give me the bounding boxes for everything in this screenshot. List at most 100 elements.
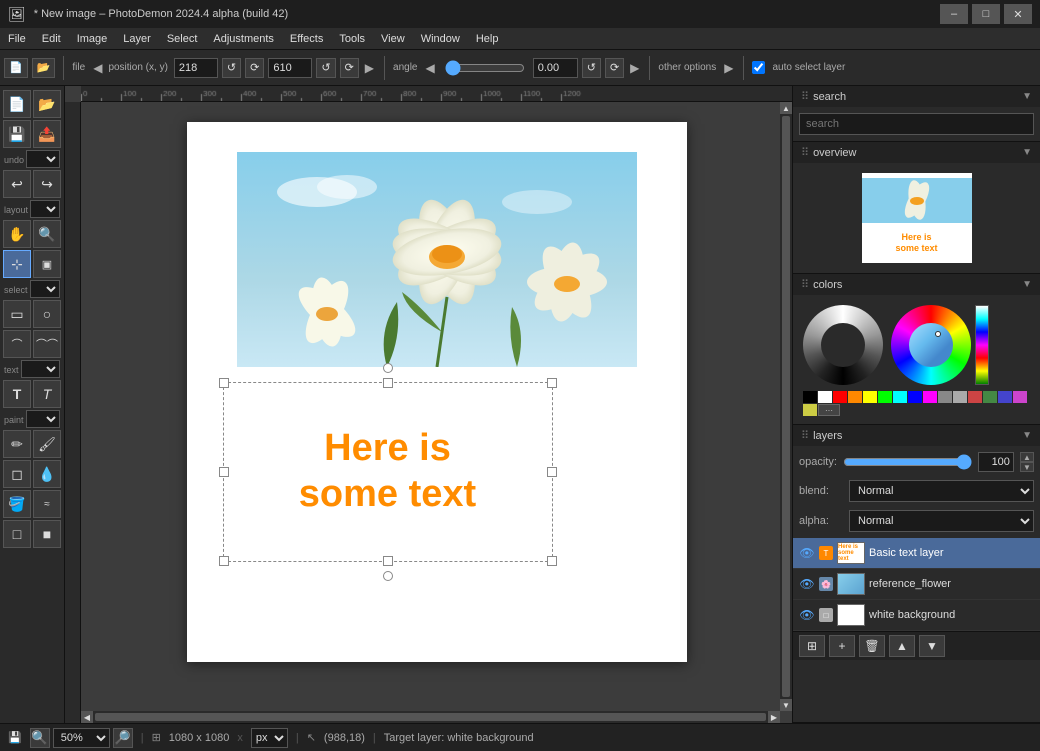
tool-new[interactable]: 📄 bbox=[3, 90, 31, 118]
undo-dropdown[interactable] bbox=[26, 150, 60, 168]
color-swatch[interactable] bbox=[848, 391, 862, 403]
color-swatch[interactable] bbox=[863, 391, 877, 403]
color-value-slider[interactable] bbox=[975, 305, 989, 385]
toolbar-next-arrow[interactable]: ▶ bbox=[363, 61, 376, 75]
layer-add-btn[interactable]: + bbox=[829, 635, 855, 657]
overview-collapse-btn[interactable]: ▼ bbox=[1022, 147, 1032, 158]
rgb-color-wheel[interactable] bbox=[891, 305, 971, 385]
more-swatches-btn[interactable]: ··· bbox=[818, 404, 840, 416]
position-y-copy-btn[interactable]: ⟳ bbox=[340, 58, 359, 78]
menu-select[interactable]: Select bbox=[159, 31, 206, 47]
opacity-input[interactable] bbox=[978, 452, 1014, 472]
color-swatch[interactable] bbox=[998, 391, 1012, 403]
resize-handle-bm[interactable] bbox=[383, 556, 393, 566]
angle-slider[interactable] bbox=[445, 60, 525, 76]
tool-lasso[interactable]: ⌒ bbox=[3, 330, 31, 358]
tool-eraser[interactable]: ◻ bbox=[3, 460, 31, 488]
color-swatch[interactable] bbox=[833, 391, 847, 403]
layer-item-white-bg[interactable]: 👁 □ white background bbox=[793, 600, 1040, 631]
overview-header[interactable]: ⠿ overview ▼ bbox=[793, 142, 1040, 163]
layer-move-down-btn[interactable]: ▼ bbox=[919, 635, 945, 657]
layer-move-up-btn[interactable]: ▲ bbox=[889, 635, 915, 657]
resize-handle-tl[interactable] bbox=[219, 378, 229, 388]
menu-help[interactable]: Help bbox=[468, 31, 507, 47]
bw-color-wheel[interactable] bbox=[803, 305, 883, 385]
position-y-input[interactable] bbox=[268, 58, 312, 78]
blend-select[interactable]: Normal Multiply Screen Overlay bbox=[849, 480, 1034, 502]
tool-export[interactable]: 📤 bbox=[33, 120, 61, 148]
position-copy-btn[interactable]: ⟳ bbox=[245, 58, 264, 78]
angle-prev-arrow[interactable]: ◀ bbox=[423, 61, 436, 75]
color-swatch[interactable] bbox=[968, 391, 982, 403]
tool-redo[interactable]: ↪ bbox=[33, 170, 61, 198]
layers-collapse-btn[interactable]: ▼ bbox=[1022, 430, 1032, 441]
position-x-input[interactable] bbox=[174, 58, 218, 78]
select-dropdown[interactable] bbox=[30, 280, 60, 298]
toolbar-new-btn[interactable]: 📄 bbox=[4, 58, 28, 78]
color-swatch[interactable] bbox=[1013, 391, 1027, 403]
tool-eyedropper[interactable]: 💧 bbox=[33, 460, 61, 488]
tool-text[interactable]: T bbox=[3, 380, 31, 408]
minimize-button[interactable]: – bbox=[940, 4, 968, 24]
scroll-up-btn[interactable]: ▲ bbox=[780, 102, 792, 114]
close-button[interactable]: ✕ bbox=[1004, 4, 1032, 24]
tool-fill[interactable]: 🪣 bbox=[3, 490, 31, 518]
color-swatch[interactable] bbox=[953, 391, 967, 403]
layer-item-basic-text[interactable]: 👁 T Here issome text Basic text layer bbox=[793, 538, 1040, 569]
tool-save[interactable]: 💾 bbox=[3, 120, 31, 148]
zoom-in-btn[interactable]: 🔎 bbox=[113, 728, 133, 748]
colors-header[interactable]: ⠿ colors ▼ bbox=[793, 274, 1040, 295]
tool-pencil[interactable]: ✏ bbox=[3, 430, 31, 458]
tool-open[interactable]: 📂 bbox=[33, 90, 61, 118]
zoom-out-btn[interactable]: 🔍 bbox=[30, 728, 50, 748]
menu-adjustments[interactable]: Adjustments bbox=[205, 31, 282, 47]
colors-collapse-btn[interactable]: ▼ bbox=[1022, 279, 1032, 290]
menu-layer[interactable]: Layer bbox=[115, 31, 159, 47]
tool-blur[interactable]: ≈ bbox=[33, 490, 61, 518]
alpha-select[interactable]: Normal Inherit bbox=[849, 510, 1034, 532]
tool-transform[interactable]: ⊹ bbox=[3, 250, 31, 278]
tool-shape-rect[interactable]: □ bbox=[3, 520, 31, 548]
layout-dropdown[interactable] bbox=[30, 200, 60, 218]
menu-window[interactable]: Window bbox=[413, 31, 468, 47]
angle-reset-btn[interactable]: ↺ bbox=[582, 58, 601, 78]
resize-handle-mr[interactable] bbox=[547, 467, 557, 477]
layers-header[interactable]: ⠿ layers ▼ bbox=[793, 425, 1040, 446]
tool-select-rect[interactable]: ▭ bbox=[3, 300, 31, 328]
auto-select-checkbox[interactable] bbox=[752, 61, 765, 74]
scroll-left-btn[interactable]: ◀ bbox=[81, 711, 93, 723]
layer-visibility-basic-text[interactable]: 👁 bbox=[799, 545, 815, 561]
color-swatch[interactable] bbox=[983, 391, 997, 403]
color-swatch[interactable] bbox=[938, 391, 952, 403]
menu-view[interactable]: View bbox=[373, 31, 413, 47]
resize-handle-bl[interactable] bbox=[219, 556, 229, 566]
color-swatch[interactable] bbox=[923, 391, 937, 403]
layer-visibility-flower[interactable]: 👁 bbox=[799, 576, 815, 592]
angle-input[interactable] bbox=[533, 58, 578, 78]
color-swatch[interactable] bbox=[803, 404, 817, 416]
menu-edit[interactable]: Edit bbox=[34, 31, 69, 47]
scroll-right-btn[interactable]: ▶ bbox=[768, 711, 780, 723]
angle-next-arrow[interactable]: ▶ bbox=[628, 61, 641, 75]
zoom-select[interactable]: 25% 50% 75% 100% 200% bbox=[53, 728, 110, 748]
tool-shape-fill[interactable]: ■ bbox=[33, 520, 61, 548]
text-selection-box[interactable]: Here issome text bbox=[223, 382, 553, 562]
opacity-down-btn[interactable]: ▼ bbox=[1020, 462, 1034, 472]
tool-brush[interactable]: 🖌 bbox=[33, 430, 61, 458]
scrollbar-thumb-v[interactable] bbox=[782, 116, 790, 697]
toolbar-prev-arrow[interactable]: ◀ bbox=[91, 61, 104, 75]
rotate-handle-top[interactable] bbox=[383, 363, 393, 373]
color-swatch[interactable] bbox=[818, 391, 832, 403]
layer-delete-btn[interactable]: 🗑 bbox=[859, 635, 885, 657]
resize-handle-ml[interactable] bbox=[219, 467, 229, 477]
color-swatch[interactable] bbox=[908, 391, 922, 403]
menu-effects[interactable]: Effects bbox=[282, 31, 331, 47]
resize-handle-tr[interactable] bbox=[547, 378, 557, 388]
search-header[interactable]: ⠿ search ▼ bbox=[793, 86, 1040, 107]
layer-visibility-white-bg[interactable]: 👁 bbox=[799, 607, 815, 623]
layer-item-flower[interactable]: 👁 🌸 reference_flower bbox=[793, 569, 1040, 600]
toolbar-open-btn[interactable]: 📂 bbox=[32, 58, 56, 78]
tool-text-italic[interactable]: T bbox=[33, 380, 61, 408]
menu-tools[interactable]: Tools bbox=[331, 31, 373, 47]
scroll-down-btn[interactable]: ▼ bbox=[780, 699, 792, 711]
